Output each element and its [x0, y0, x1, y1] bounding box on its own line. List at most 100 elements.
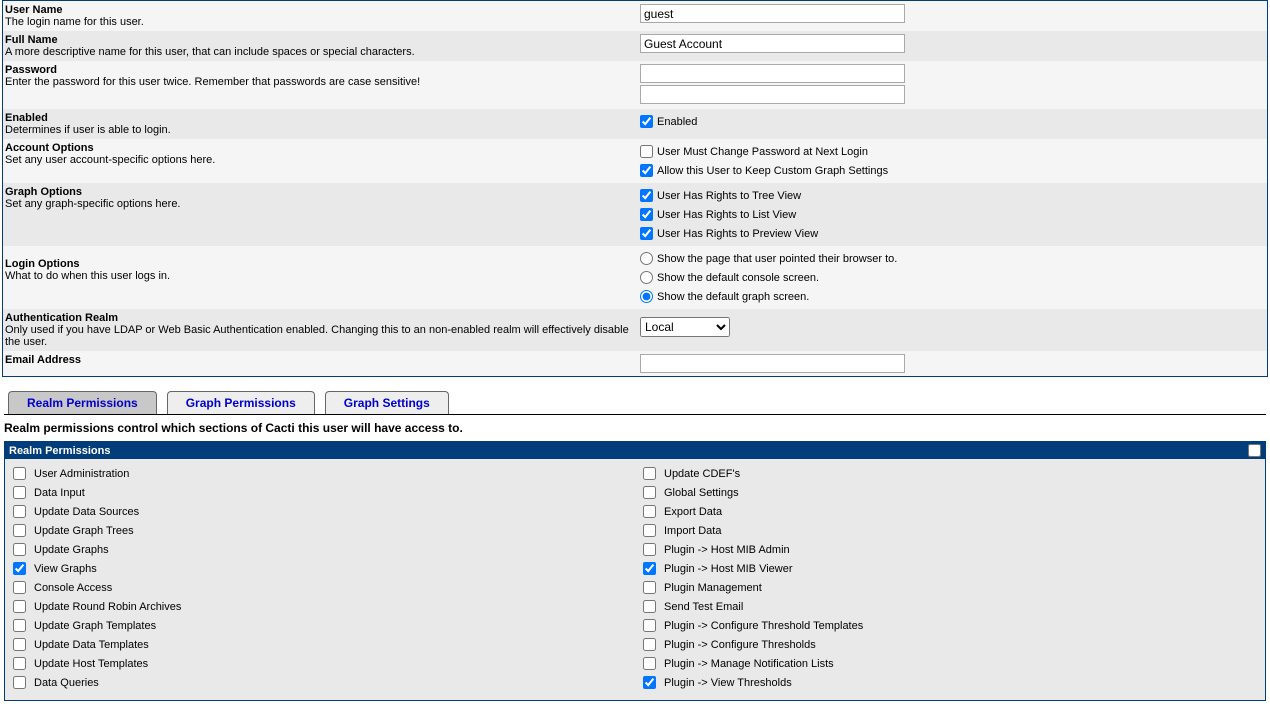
radio-option: Show the page that user pointed their br… [640, 249, 1265, 268]
option-label: Allow this User to Keep Custom Graph Set… [657, 165, 888, 177]
perm-item: Update Graph Templates [5, 616, 635, 635]
select-all-checkbox[interactable] [1248, 444, 1261, 457]
option-checkbox[interactable] [640, 227, 653, 240]
option-radio[interactable] [640, 271, 653, 284]
perms-col-left: User AdministrationData InputUpdate Data… [5, 464, 635, 692]
perm-item: Console Access [5, 578, 635, 597]
perm-checkbox[interactable] [13, 505, 26, 518]
perm-item: View Graphs [5, 559, 635, 578]
label-account-options: Account Options Set any user account-spe… [3, 139, 638, 183]
option-label: Show the default console screen. [657, 272, 819, 284]
perm-label: Plugin -> Configure Thresholds [664, 639, 816, 651]
perm-item: Send Test Email [635, 597, 1265, 616]
checkbox-option: User Has Rights to Tree View [640, 186, 1265, 205]
option-label: User Has Rights to List View [657, 209, 796, 221]
graph-options-list: User Has Rights to Tree View User Has Rig… [638, 183, 1267, 246]
perm-checkbox[interactable] [643, 562, 656, 575]
perm-label: Plugin Management [664, 582, 762, 594]
perm-checkbox[interactable] [643, 467, 656, 480]
label-enabled: Enabled Determines if user is able to lo… [3, 109, 638, 139]
perm-label: Update Graphs [34, 544, 109, 556]
perm-checkbox[interactable] [643, 600, 656, 613]
perm-checkbox[interactable] [13, 486, 26, 499]
option-label: Show the page that user pointed their br… [657, 253, 897, 265]
perm-checkbox[interactable] [13, 524, 26, 537]
account-options-list: User Must Change Password at Next Login A… [638, 139, 1267, 183]
realm-permissions-header: Realm Permissions [5, 442, 1265, 459]
auth-realm-select[interactable]: Local [640, 317, 730, 337]
perm-checkbox[interactable] [643, 524, 656, 537]
row-email: Email Address [3, 351, 1267, 376]
perm-item: Update Round Robin Archives [5, 597, 635, 616]
perm-item: Data Queries [5, 673, 635, 692]
perm-item: Update Graph Trees [5, 521, 635, 540]
perm-checkbox[interactable] [13, 581, 26, 594]
tab-link[interactable]: Realm Permissions [27, 396, 138, 410]
row-username: User Name The login name for this user. [3, 1, 1267, 31]
perm-checkbox[interactable] [643, 505, 656, 518]
perm-label: Update Host Templates [34, 658, 148, 670]
option-radio[interactable] [640, 252, 653, 265]
username-input[interactable] [640, 4, 905, 23]
option-label: User Has Rights to Preview View [657, 228, 818, 240]
radio-option: Show the default graph screen. [640, 287, 1265, 306]
perm-checkbox[interactable] [643, 581, 656, 594]
perm-checkbox[interactable] [643, 676, 656, 689]
perm-item: Update Host Templates [5, 654, 635, 673]
perm-checkbox[interactable] [643, 619, 656, 632]
perm-item: Import Data [635, 521, 1265, 540]
perm-label: Plugin -> Host MIB Viewer [664, 563, 793, 575]
enabled-checkbox[interactable] [640, 115, 653, 128]
label-auth-realm: Authentication Realm Only used if you ha… [3, 309, 638, 351]
perm-item: Plugin -> Configure Threshold Templates [635, 616, 1265, 635]
option-checkbox[interactable] [640, 164, 653, 177]
perm-checkbox[interactable] [13, 619, 26, 632]
tabs-row: Realm Permissions Graph Permissions Graph … [8, 391, 1270, 414]
fullname-input[interactable] [640, 34, 905, 53]
perm-checkbox[interactable] [13, 467, 26, 480]
user-form-container: User Name The login name for this user. … [2, 0, 1268, 377]
perm-checkbox[interactable] [13, 676, 26, 689]
perm-item: Plugin -> Manage Notification Lists [635, 654, 1265, 673]
option-checkbox[interactable] [640, 208, 653, 221]
perm-item: Global Settings [635, 483, 1265, 502]
row-enabled: Enabled Determines if user is able to lo… [3, 109, 1267, 139]
realm-permissions-body: User AdministrationData InputUpdate Data… [5, 459, 1265, 700]
tab-realm-permissions[interactable]: Realm Permissions [8, 391, 157, 414]
email-input[interactable] [640, 354, 905, 373]
perm-item: User Administration [5, 464, 635, 483]
perm-item: Update CDEF's [635, 464, 1265, 483]
perm-checkbox[interactable] [643, 638, 656, 651]
checkbox-option: User Has Rights to Preview View [640, 224, 1265, 243]
perm-checkbox[interactable] [643, 543, 656, 556]
row-login-options: Login Options What to do when this user … [3, 246, 1267, 309]
tab-graph-settings[interactable]: Graph Settings [325, 391, 449, 414]
perm-label: Plugin -> Configure Threshold Templates [664, 620, 863, 632]
tab-graph-permissions[interactable]: Graph Permissions [167, 391, 315, 414]
checkbox-option: User Must Change Password at Next Login [640, 142, 1265, 161]
tab-link[interactable]: Graph Permissions [186, 396, 296, 410]
option-checkbox[interactable] [640, 189, 653, 202]
option-radio[interactable] [640, 290, 653, 303]
password-input-1[interactable] [640, 64, 905, 83]
tab-link[interactable]: Graph Settings [344, 396, 430, 410]
perm-checkbox[interactable] [13, 638, 26, 651]
perm-checkbox[interactable] [13, 562, 26, 575]
perm-checkbox[interactable] [13, 657, 26, 670]
perm-checkbox[interactable] [13, 600, 26, 613]
perm-checkbox[interactable] [13, 543, 26, 556]
perm-label: Global Settings [664, 487, 739, 499]
checkbox-option: Allow this User to Keep Custom Graph Set… [640, 161, 1265, 180]
perm-checkbox[interactable] [643, 486, 656, 499]
perm-label: Plugin -> View Thresholds [664, 677, 792, 689]
perm-label: View Graphs [34, 563, 97, 575]
row-account-options: Account Options Set any user account-spe… [3, 139, 1267, 183]
option-checkbox[interactable] [640, 145, 653, 158]
realm-permissions-section: Realm Permissions User AdministrationDat… [4, 441, 1266, 701]
perm-item: Export Data [635, 502, 1265, 521]
perm-label: Plugin -> Host MIB Admin [664, 544, 790, 556]
perm-checkbox[interactable] [643, 657, 656, 670]
perm-label: Send Test Email [664, 601, 743, 613]
password-input-2[interactable] [640, 85, 905, 104]
perm-label: Import Data [664, 525, 721, 537]
